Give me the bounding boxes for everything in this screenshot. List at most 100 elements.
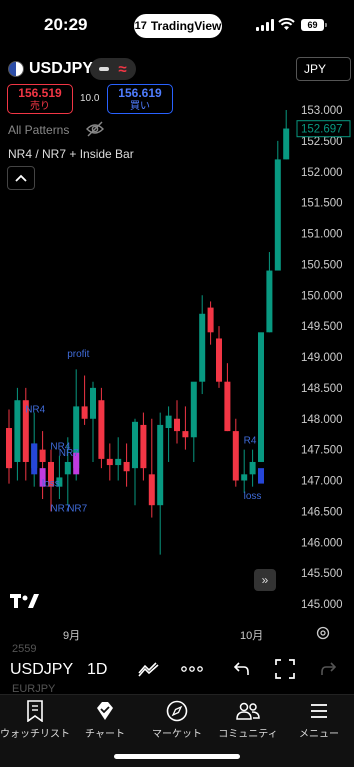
gear-icon[interactable] (316, 626, 330, 640)
x-axis-label: 9月 (63, 630, 81, 642)
last-price-label: 152.697 (301, 124, 343, 136)
eye-off-icon[interactable] (86, 121, 104, 137)
usd-jpy-flag-icon (8, 61, 24, 77)
double-chevron-right-icon: » (261, 573, 269, 587)
candle-body (6, 428, 12, 469)
wifi-icon (278, 18, 295, 30)
status-time: 20:29 (44, 15, 88, 34)
price-chart[interactable]: 153.000 152.500 152.000 151.500 151.000 150.5… (0, 100, 354, 640)
more-button[interactable] (180, 657, 204, 681)
buy-price: 156.619 (118, 86, 162, 100)
community-icon (236, 702, 260, 720)
y-axis-tick-label: 146.500 (301, 506, 343, 518)
nav-watchlist[interactable]: ウォッチリスト (0, 700, 70, 740)
y-axis-tick-label: 151.500 (301, 198, 343, 210)
candle-body (165, 415, 172, 429)
nav-label: ウォッチリスト (0, 729, 70, 740)
watchlist-icon (27, 700, 43, 722)
candle-body (115, 458, 122, 466)
pattern-label: NR4 (25, 405, 45, 416)
candle-body (249, 461, 256, 475)
compass-icon (166, 700, 188, 722)
candle-body (148, 474, 155, 506)
pattern-highlight-bar (258, 468, 264, 484)
y-axis-tick-label: 145.000 (301, 599, 343, 611)
candle-body (123, 461, 130, 472)
fullscreen-button[interactable] (273, 657, 297, 681)
pattern-label: profit (67, 349, 89, 360)
indicator-name[interactable]: NR4 / NR7 + Inside Bar (8, 147, 134, 161)
symbol-title[interactable]: USDJPY (29, 60, 93, 78)
candle-body (182, 431, 189, 438)
nav-menu[interactable]: メニュー (284, 700, 354, 740)
sell-price: 156.519 (18, 86, 62, 100)
nav-label: マーケット (152, 729, 202, 740)
collapse-button[interactable] (7, 166, 35, 190)
pattern-label: NR7 (67, 503, 87, 514)
y-axis-tick-label: 146.000 (301, 537, 343, 549)
dash-icon (99, 67, 110, 71)
y-axis-tick-label: 148.000 (301, 414, 343, 426)
wave-icon: ≈ (118, 60, 127, 78)
candle-body (132, 421, 138, 469)
home-indicator (114, 754, 240, 759)
market-status-toggle[interactable]: ≈ (90, 58, 136, 80)
toolbar-symbol[interactable]: USDJPY (10, 661, 73, 679)
candle-body (98, 400, 105, 459)
nav-chart[interactable]: チャート (70, 700, 140, 740)
all-patterns-label[interactable]: All Patterns (8, 123, 69, 137)
candle-body (106, 458, 113, 466)
scroll-to-latest-button[interactable]: » (254, 569, 276, 591)
y-axis-tick-label: 153.000 (301, 105, 343, 117)
candle-body (190, 381, 197, 438)
undo-icon (234, 662, 249, 675)
candle-body (14, 400, 21, 462)
indicators-icon (138, 662, 159, 677)
pattern-label: loss (244, 491, 262, 502)
pattern-label: R4 (244, 435, 257, 446)
candle-body (64, 461, 71, 475)
y-axis-tick-label: 152.000 (301, 167, 343, 179)
nav-community[interactable]: コミュニティ (213, 700, 283, 740)
undo-button[interactable] (230, 657, 254, 681)
y-axis-tick-label: 147.000 (301, 476, 343, 488)
candle-body (174, 418, 180, 432)
pattern-label: NR7 (59, 448, 79, 459)
candle-body (207, 307, 214, 333)
redo-icon (321, 662, 336, 675)
pattern-highlight-bar (31, 443, 38, 475)
fullscreen-icon (275, 659, 295, 679)
chevron-up-icon (15, 174, 27, 182)
nav-label: チャート (85, 729, 125, 740)
candle-body (157, 424, 164, 506)
tradingview-badge-label: TradingView (150, 19, 222, 33)
tradingview-logo-icon: 17 (134, 20, 147, 32)
candle-body (241, 474, 248, 481)
tradingview-badge[interactable]: 17 TradingView (134, 14, 222, 38)
tradingview-watermark-icon (10, 594, 39, 608)
y-axis-tick-label: 149.000 (301, 352, 343, 364)
indicators-button[interactable] (137, 657, 161, 681)
candle-body (90, 387, 96, 419)
nav-label: メニュー (299, 729, 339, 740)
candle-body (216, 338, 222, 382)
x-axis-label: 10月 (240, 630, 264, 642)
nav-label: コミュニティ (218, 729, 278, 740)
candle-body (274, 159, 281, 271)
y-axis-tick-label: 148.500 (301, 383, 343, 395)
redo-button[interactable] (316, 657, 340, 681)
currency-select[interactable]: JPY (296, 57, 351, 81)
y-axis-tick-label: 151.000 (301, 229, 343, 241)
y-axis-tick-label: 145.500 (301, 568, 343, 580)
y-axis-tick-label: 150.000 (301, 290, 343, 302)
interval-button[interactable]: 1D (87, 661, 107, 679)
candle-body (283, 128, 290, 160)
candle-body (258, 332, 264, 462)
candle-body (81, 406, 88, 419)
candle-body (199, 313, 206, 382)
ghost-symbol-above: 2559 (12, 643, 37, 655)
y-axis-tick-label: 152.500 (301, 136, 343, 148)
nav-markets[interactable]: マーケット (142, 700, 212, 740)
battery-icon: 69 (301, 19, 327, 31)
chart-icon (97, 702, 113, 720)
